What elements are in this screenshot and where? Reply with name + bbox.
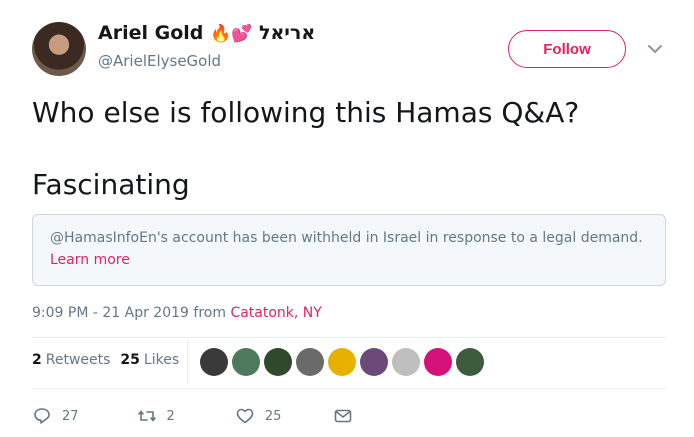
withheld-notice: @HamasInfoEn's account has been withheld…: [32, 214, 666, 286]
liker-avatar[interactable]: [296, 348, 324, 376]
liker-avatar[interactable]: [392, 348, 420, 376]
retweets-label[interactable]: Retweets: [46, 352, 111, 368]
author-name[interactable]: Ariel Gold 🔥💕 אריאל: [98, 22, 315, 44]
tweet-text-line-1: Who else is following this Hamas Q&A?: [32, 96, 580, 129]
liker-avatar[interactable]: [456, 348, 484, 376]
divider: [32, 388, 666, 389]
heart-icon: [236, 408, 254, 424]
likes-count[interactable]: 25: [120, 352, 139, 368]
liker-avatar[interactable]: [360, 348, 388, 376]
like-count: 25: [264, 408, 282, 424]
reply-count: 27: [62, 408, 79, 424]
tweet-actions: 27 2 25: [32, 406, 353, 426]
tweet-stats: 2 Retweets 25 Likes: [32, 352, 179, 368]
chevron-down-icon[interactable]: [646, 40, 664, 58]
direct-message-button[interactable]: [333, 406, 353, 426]
stats-divider: [187, 340, 188, 384]
author-handle[interactable]: @ArielElyseGold: [98, 52, 221, 70]
message-icon: [335, 409, 352, 423]
liker-avatars: [200, 348, 484, 376]
retweets-count[interactable]: 2: [32, 352, 42, 368]
like-button[interactable]: 25: [235, 406, 282, 426]
liker-avatar[interactable]: [200, 348, 228, 376]
tweet-text-line-2: Fascinating: [32, 168, 190, 201]
meta-from: from: [193, 305, 226, 321]
liker-avatar[interactable]: [264, 348, 292, 376]
avatar[interactable]: [32, 22, 86, 76]
author-name-text: Ariel Gold: [98, 22, 204, 44]
divider: [32, 337, 666, 338]
tweet-timestamp[interactable]: 9:09 PM - 21 Apr 2019: [32, 305, 189, 321]
withheld-text: @HamasInfoEn's account has been withheld…: [50, 230, 643, 246]
learn-more-link[interactable]: Learn more: [50, 252, 130, 268]
author-hebrew-name: אריאל: [258, 22, 316, 44]
tweet-location[interactable]: Catatonk, NY: [230, 305, 321, 321]
reply-button[interactable]: 27: [32, 406, 79, 426]
author-emoji: 🔥💕: [210, 24, 253, 44]
liker-avatar[interactable]: [424, 348, 452, 376]
follow-button[interactable]: Follow: [508, 30, 626, 68]
reply-icon: [34, 408, 50, 424]
liker-avatar[interactable]: [328, 348, 356, 376]
retweet-icon: [137, 410, 156, 422]
retweet-button[interactable]: 2: [137, 406, 175, 426]
liker-avatar[interactable]: [232, 348, 260, 376]
likes-label[interactable]: Likes: [144, 352, 179, 368]
retweet-count: 2: [166, 408, 175, 424]
tweet-meta: 9:09 PM - 21 Apr 2019 from Catatonk, NY: [32, 305, 322, 321]
